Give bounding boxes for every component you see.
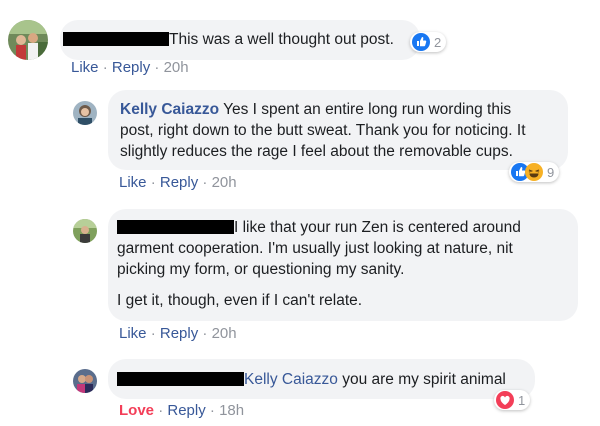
timestamp[interactable]: 20h xyxy=(212,174,237,191)
comment-bubble: Kelly Caiazzo Yes I spent an entire long… xyxy=(108,90,568,170)
reaction-count: 1 xyxy=(518,392,526,408)
comment-bubble: Kelly Caiazzo you are my spirit animal xyxy=(108,359,535,399)
comment-actions: Love · Reply · 18h xyxy=(119,402,244,419)
profile-photo-icon xyxy=(73,101,97,125)
redacted-name xyxy=(117,220,234,234)
like-link[interactable]: Like xyxy=(71,59,99,76)
comment-text-line: post, right down to the butt sweat. Than… xyxy=(120,122,526,139)
comment-text: you are my spirit animal xyxy=(337,371,506,388)
timestamp[interactable]: 20h xyxy=(212,325,237,342)
comment-text-line: picking my form, or questioning my sanit… xyxy=(117,261,405,278)
like-link[interactable]: Like xyxy=(119,325,147,342)
timestamp[interactable]: 18h xyxy=(219,402,244,419)
separator: · xyxy=(150,325,156,342)
reaction-summary[interactable]: 1 xyxy=(494,390,531,410)
mention-link[interactable]: Kelly Caiazzo xyxy=(244,371,338,388)
comment-text: This was a well thought out post. xyxy=(169,31,394,48)
profile-photo-icon xyxy=(8,20,48,60)
reply-link[interactable]: Reply xyxy=(112,59,150,76)
separator: · xyxy=(158,402,164,419)
separator: · xyxy=(102,59,108,76)
separator: · xyxy=(150,174,156,191)
reaction-summary[interactable]: 9 xyxy=(509,162,560,182)
comment-bubble: I like that your run Zen is centered aro… xyxy=(108,209,578,321)
author-name[interactable]: Kelly Caiazzo xyxy=(120,101,219,118)
love-icon xyxy=(496,391,514,409)
comment-text-line: I get it, though, even if I can't relate… xyxy=(117,292,363,309)
separator: · xyxy=(202,174,208,191)
like-link[interactable]: Like xyxy=(119,174,147,191)
comment-text-line: I like that your run Zen is centered aro… xyxy=(234,219,521,236)
comment-text-line: Yes I spent an entire long run wording t… xyxy=(219,101,512,118)
redacted-name xyxy=(117,372,244,386)
love-link[interactable]: Love xyxy=(119,402,154,419)
reply-link[interactable]: Reply xyxy=(160,325,198,342)
separator: · xyxy=(154,59,160,76)
avatar[interactable] xyxy=(8,20,48,60)
comment-actions: Like · Reply · 20h xyxy=(71,59,189,76)
profile-photo-icon xyxy=(73,369,97,393)
redacted-name xyxy=(63,32,169,46)
timestamp[interactable]: 20h xyxy=(164,59,189,76)
separator: · xyxy=(202,325,208,342)
avatar[interactable] xyxy=(73,369,97,393)
haha-icon xyxy=(525,163,543,181)
avatar[interactable] xyxy=(73,219,97,243)
comment-actions: Like · Reply · 20h xyxy=(119,174,237,191)
comment-bubble: This was a well thought out post. xyxy=(60,20,420,60)
comment-actions: Like · Reply · 20h xyxy=(119,325,237,342)
comment-text-line: slightly reduces the rage I feel about t… xyxy=(120,143,513,160)
profile-photo-icon xyxy=(73,219,97,243)
reply-link[interactable]: Reply xyxy=(167,402,205,419)
like-icon xyxy=(412,33,430,51)
reply-link[interactable]: Reply xyxy=(160,174,198,191)
comment-text-line: garment cooperation. I'm usually just lo… xyxy=(117,240,513,257)
reaction-summary[interactable]: 2 xyxy=(410,32,447,52)
reaction-count: 9 xyxy=(547,164,555,180)
avatar[interactable] xyxy=(73,101,97,125)
reaction-count: 2 xyxy=(434,34,442,50)
separator: · xyxy=(209,402,215,419)
